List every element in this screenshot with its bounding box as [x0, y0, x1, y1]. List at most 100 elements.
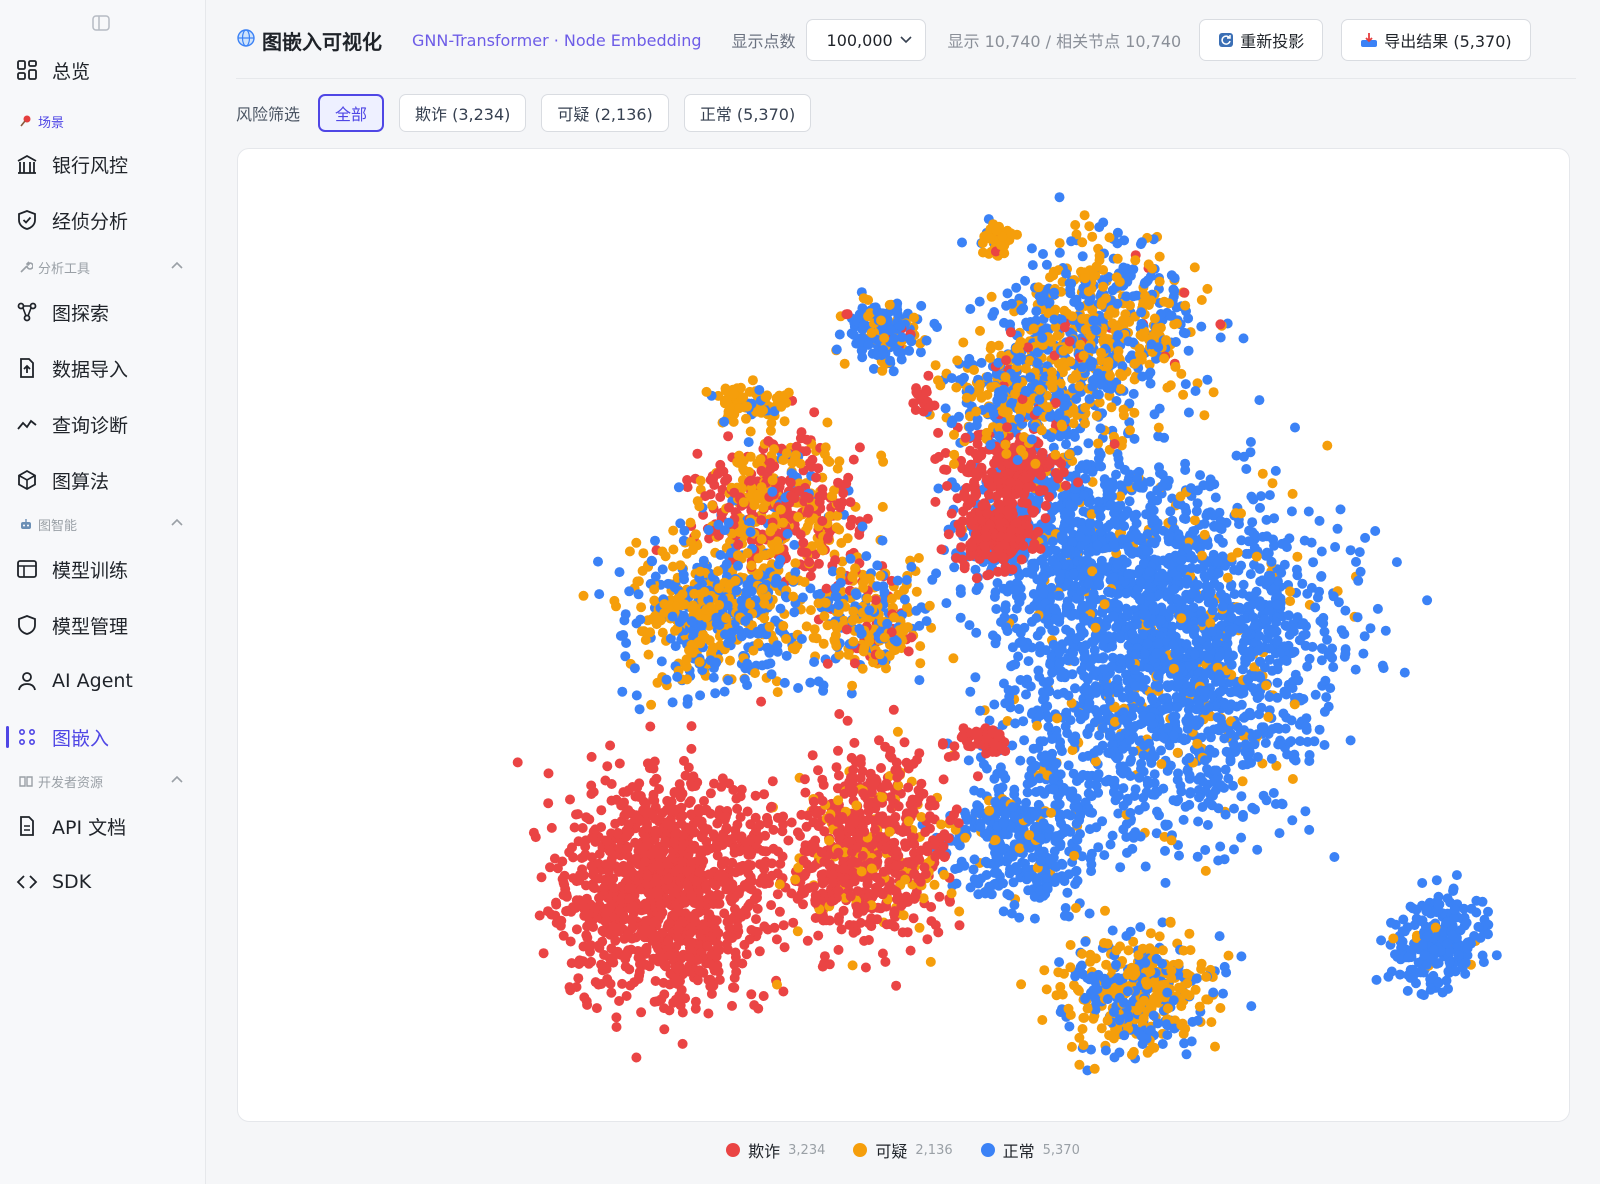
embedding-point — [571, 924, 582, 935]
embedding-point — [1138, 1013, 1149, 1024]
embedding-point — [1155, 615, 1166, 626]
sidebar-collapse-button[interactable] — [91, 14, 111, 32]
embedding-point — [587, 852, 598, 863]
trend-line-icon — [16, 413, 38, 435]
embedding-point — [1175, 533, 1186, 544]
embedding-point — [1100, 905, 1110, 916]
embedding-point — [1152, 1018, 1163, 1029]
embedding-point — [1074, 815, 1085, 826]
embedding-point — [1355, 566, 1366, 577]
embedding-point — [1403, 952, 1414, 963]
embedding-point — [1272, 599, 1283, 610]
embedding-point — [969, 785, 980, 796]
embedding-point — [1030, 760, 1041, 771]
embedding-point — [1247, 802, 1258, 813]
embedding-point — [1052, 590, 1063, 601]
embedding-point — [1199, 570, 1210, 581]
embedding-point — [1138, 750, 1149, 761]
embedding-point — [746, 989, 757, 1000]
chevron-up-icon[interactable] — [170, 259, 184, 277]
embedding-point — [1287, 774, 1298, 784]
embedding-point — [1264, 490, 1275, 501]
embedding-point — [1242, 626, 1253, 637]
embedding-point — [1099, 938, 1109, 948]
embedding-point — [1215, 523, 1225, 534]
chevron-up-icon[interactable] — [170, 773, 184, 791]
embedding-point — [1144, 738, 1155, 749]
sidebar-item-investigation[interactable]: 经侦分析 — [0, 198, 206, 242]
embedding-point — [1145, 928, 1156, 939]
embedding-point — [1203, 653, 1214, 664]
embedding-point — [933, 483, 944, 494]
embedding-point — [686, 844, 697, 855]
embedding-point — [1236, 699, 1247, 710]
embedding-point — [713, 928, 724, 938]
embedding-point — [1205, 732, 1216, 743]
embedding-point — [772, 868, 783, 879]
sidebar-item-bank-risk[interactable]: 银行风控 — [0, 142, 206, 186]
embedding-point — [1153, 682, 1164, 692]
embedding-scatter-plot[interactable] — [238, 149, 1570, 1122]
embedding-point — [1119, 997, 1129, 1008]
export-button[interactable]: 导出结果 (5,370) — [1341, 19, 1531, 61]
embedding-point — [969, 854, 980, 865]
sidebar-item-model-manage[interactable]: 模型管理 — [0, 603, 206, 647]
embedding-point — [1184, 770, 1195, 781]
embedding-point — [984, 805, 995, 816]
embedding-point — [1182, 978, 1193, 989]
sidebar-item-graph-algo[interactable]: 图算法 — [0, 458, 206, 502]
header-bar: 图嵌入可视化 GNN-Transformer · Node Embedding … — [236, 18, 1576, 62]
embedding-point — [590, 824, 601, 835]
embedding-point — [1213, 568, 1224, 579]
embedding-point — [1077, 752, 1088, 762]
filter-chip-all[interactable]: 全部 — [318, 94, 385, 132]
sidebar-item-query-diag[interactable]: 查询诊断 — [0, 402, 206, 446]
sidebar-item-data-import[interactable]: 数据导入 — [0, 346, 206, 390]
sidebar-item-graph-explore[interactable]: 图探索 — [0, 290, 206, 334]
embedding-point — [686, 721, 697, 732]
sidebar-item-sdk[interactable]: SDK — [0, 860, 206, 904]
filter-chip-normal[interactable]: 正常 (5,370) — [683, 94, 812, 132]
filter-chip-suspicious[interactable]: 可疑 (2,136) — [541, 94, 669, 132]
embedding-scatter-card[interactable] — [237, 148, 1570, 1122]
chevron-up-icon[interactable] — [170, 516, 184, 534]
embedding-point — [970, 672, 981, 683]
embedding-point — [1372, 603, 1383, 614]
embedding-point — [1063, 690, 1074, 701]
embedding-point — [674, 990, 685, 1001]
embedding-point — [594, 893, 604, 903]
embedding-point — [1096, 555, 1107, 566]
embedding-point — [971, 627, 982, 638]
embedding-point — [692, 975, 703, 986]
embedding-point — [623, 929, 634, 939]
filter-chip-fraud[interactable]: 欺诈 (3,234) — [399, 94, 527, 132]
embedding-point — [1097, 723, 1108, 733]
embedding-point — [1035, 785, 1046, 796]
sidebar-item-model-train[interactable]: 模型训练 — [0, 547, 206, 591]
embedding-point — [1254, 564, 1265, 574]
embedding-point — [1312, 592, 1323, 603]
embedding-point — [1208, 987, 1219, 998]
sidebar-item-overview[interactable]: 总览 — [0, 48, 206, 92]
embedding-point — [1056, 531, 1067, 541]
sidebar-item-graph-embed[interactable]: 图嵌入 — [0, 715, 206, 759]
embedding-point — [1411, 904, 1422, 915]
embedding-point — [662, 859, 672, 870]
embedding-point — [998, 818, 1009, 829]
embedding-point — [1185, 945, 1196, 956]
embedding-point — [1134, 594, 1145, 605]
embedding-point — [1084, 908, 1095, 919]
embedding-point — [1212, 712, 1223, 723]
embedding-point — [637, 925, 648, 936]
point-count-select[interactable]: 100,000 — [805, 19, 926, 61]
sidebar-item-api-docs[interactable]: API 文档 — [0, 804, 206, 848]
sidebar-item-ai-agent[interactable]: AI Agent — [0, 659, 206, 703]
embedding-point — [1004, 868, 1015, 879]
embedding-point — [1004, 697, 1015, 708]
reproject-button[interactable]: 重新投影 — [1199, 19, 1324, 61]
embedding-point — [1014, 830, 1024, 841]
embedding-point — [677, 1007, 688, 1018]
embedding-point — [1298, 618, 1309, 629]
embedding-point — [1095, 449, 1106, 460]
embedding-point — [1210, 1041, 1220, 1052]
